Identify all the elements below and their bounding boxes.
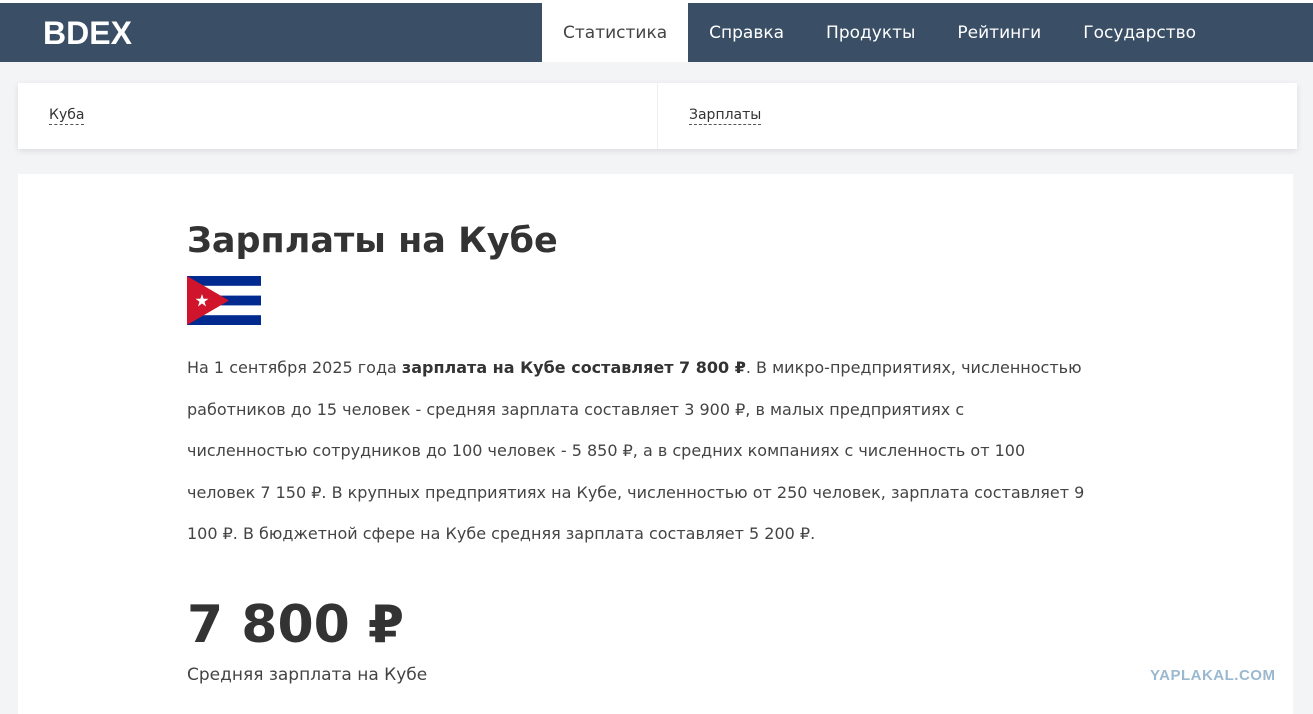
breadcrumb-item-salaries: Зарплаты bbox=[657, 83, 1297, 149]
nav-statistics[interactable]: Статистика bbox=[542, 3, 689, 62]
breadcrumb-link-cuba[interactable]: Куба bbox=[49, 107, 85, 125]
watermark: YAPLAKAL.COM bbox=[1150, 667, 1276, 684]
salary-description: На 1 сентября 2025 года зарплата на Кубе… bbox=[187, 347, 1087, 555]
nav-help[interactable]: Справка bbox=[688, 3, 805, 62]
breadcrumb-item-country: Куба bbox=[18, 83, 657, 149]
average-salary-value: 7 800 ₽ bbox=[187, 594, 405, 655]
cuba-flag-icon bbox=[187, 276, 261, 325]
average-salary-caption: Средняя зарплата на Кубе bbox=[187, 664, 428, 685]
breadcrumb-link-salaries[interactable]: Зарплаты bbox=[689, 107, 762, 125]
nav-government[interactable]: Государство bbox=[1062, 3, 1217, 62]
text-post: . В микро-предприятиях, численностью раб… bbox=[187, 358, 1085, 543]
nav-ratings[interactable]: Рейтинги bbox=[936, 3, 1062, 62]
page-title: Зарплаты на Кубе bbox=[187, 221, 558, 261]
breadcrumb: Куба Зарплаты bbox=[18, 83, 1297, 149]
main-nav: Статистика Справка Продукты Рейтинги Гос… bbox=[542, 3, 1217, 62]
text-pre: На 1 сентября 2025 года bbox=[187, 358, 402, 377]
logo[interactable]: BDEX bbox=[43, 15, 132, 52]
header: BDEX Статистика Справка Продукты Рейтинг… bbox=[0, 3, 1313, 62]
text-bold: зарплата на Кубе составляет 7 800 ₽ bbox=[401, 358, 746, 377]
main-content: Зарплаты на Кубе На 1 сентября 2025 года… bbox=[18, 174, 1293, 714]
nav-products[interactable]: Продукты bbox=[805, 3, 936, 62]
